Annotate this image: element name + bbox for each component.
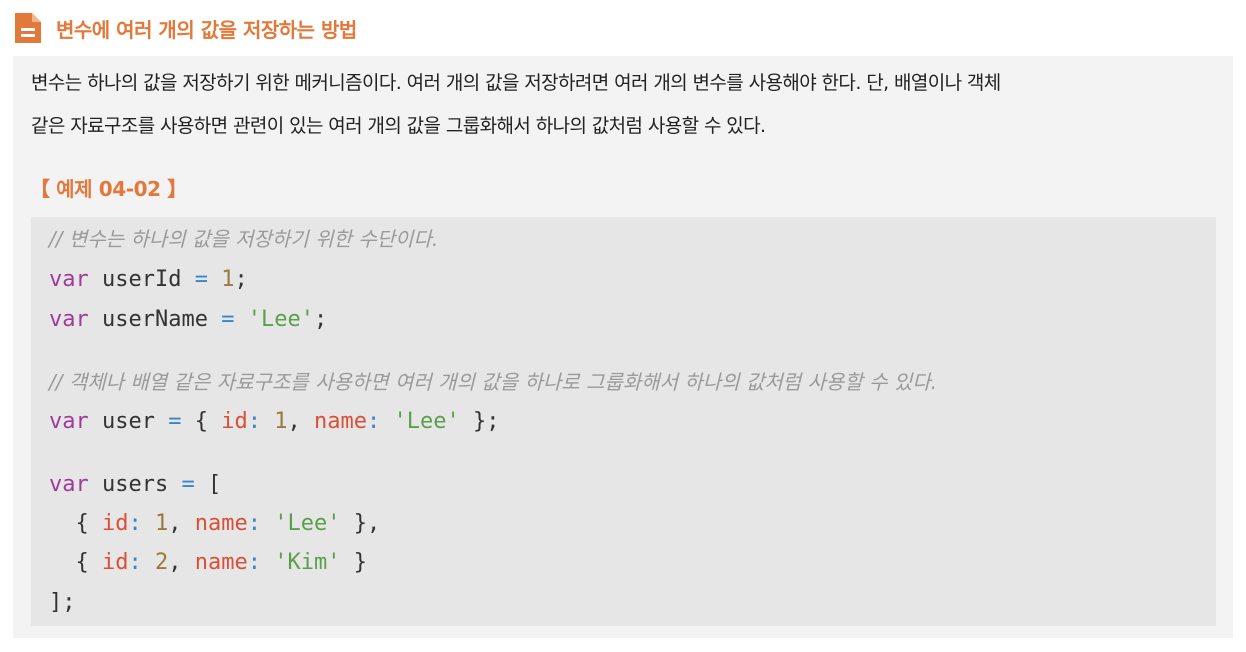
description-paragraph: 변수는 하나의 값을 저장하기 위한 메커니즘이다. 여러 개의 값을 저장하려… <box>31 62 1227 148</box>
property-key: name <box>313 409 367 434</box>
punctuation: ; <box>313 307 328 332</box>
code-line: var userId = 1; <box>49 265 248 295</box>
paragraph-line: 변수는 하나의 값을 저장하기 위한 메커니즘이다. 여러 개의 값을 저장하려… <box>31 72 1001 94</box>
code-line: // 객체나 배열 같은 자료구조를 사용하면 여러 개의 값을 하나로 그룹화… <box>49 367 937 398</box>
identifier: userId <box>102 267 182 292</box>
string-literal: 'Lee' <box>274 511 341 536</box>
punctuation: { <box>194 409 208 434</box>
operator: = <box>221 307 235 332</box>
number-literal: 1 <box>221 267 235 292</box>
string-literal: 'Lee' <box>247 307 314 332</box>
code-line: var userName = 'Lee'; <box>49 305 327 335</box>
section-title: 변수에 여러 개의 값을 저장하는 방법 <box>56 17 357 42</box>
keyword: var <box>49 267 89 292</box>
section-header: 변수에 여러 개의 값을 저장하는 방법 <box>12 10 357 46</box>
code-comment: // 변수는 하나의 값을 저장하기 위한 수단이다. <box>49 227 439 251</box>
keyword: var <box>49 307 89 332</box>
punctuation: [ <box>207 472 222 497</box>
punctuation: : <box>247 511 261 536</box>
punctuation: }, <box>353 511 381 536</box>
code-line: { id: 2, name: 'Kim' } <box>49 548 367 578</box>
punctuation: , <box>168 511 182 536</box>
property-key: name <box>194 511 248 536</box>
document-icon <box>15 13 41 43</box>
code-line: { id: 1, name: 'Lee' }, <box>49 509 381 539</box>
punctuation: : <box>247 409 261 434</box>
punctuation: } <box>353 550 367 575</box>
string-literal: 'Kim' <box>274 550 341 575</box>
code-line: ]; <box>49 588 76 618</box>
number-literal: 2 <box>155 550 169 575</box>
punctuation: : <box>366 409 381 434</box>
paragraph-line: 같은 자료구조를 사용하면 관련이 있는 여러 개의 값을 그룹화해서 하나의 … <box>31 115 766 137</box>
keyword: var <box>49 409 89 434</box>
code-comment: // 객체나 배열 같은 자료구조를 사용하면 여러 개의 값을 하나로 그룹화… <box>49 370 937 394</box>
code-line: var users = [ <box>49 470 221 500</box>
punctuation: : <box>128 511 142 536</box>
keyword: var <box>49 472 89 497</box>
number-literal: 1 <box>155 511 169 536</box>
identifier: userName <box>102 307 208 332</box>
punctuation: : <box>247 550 261 575</box>
punctuation: : <box>128 550 142 575</box>
identifier: user <box>102 409 155 434</box>
punctuation: , <box>168 550 182 575</box>
punctuation: { <box>75 550 89 575</box>
code-block: // 변수는 하나의 값을 저장하기 위한 수단이다. var userId =… <box>31 217 1216 626</box>
code-line: // 변수는 하나의 값을 저장하기 위한 수단이다. <box>49 224 438 255</box>
example-title: 【 예제 04-02 】 <box>30 177 187 201</box>
operator: = <box>168 409 182 434</box>
property-key: id <box>221 409 248 434</box>
punctuation: ]; <box>49 590 76 615</box>
number-literal: 1 <box>274 409 288 434</box>
content-panel: 변수는 하나의 값을 저장하기 위한 메커니즘이다. 여러 개의 값을 저장하려… <box>13 56 1233 638</box>
identifier: users <box>102 472 169 497</box>
operator: = <box>194 267 208 292</box>
punctuation: , <box>287 409 301 434</box>
property-key: id <box>102 511 129 536</box>
code-line: var user = { id: 1, name: 'Lee' }; <box>49 407 499 437</box>
property-key: id <box>102 550 129 575</box>
punctuation: }; <box>472 409 500 434</box>
string-literal: 'Lee' <box>393 409 460 434</box>
property-key: name <box>194 550 248 575</box>
punctuation: { <box>75 511 89 536</box>
punctuation: ; <box>234 267 248 292</box>
operator: = <box>181 472 195 497</box>
